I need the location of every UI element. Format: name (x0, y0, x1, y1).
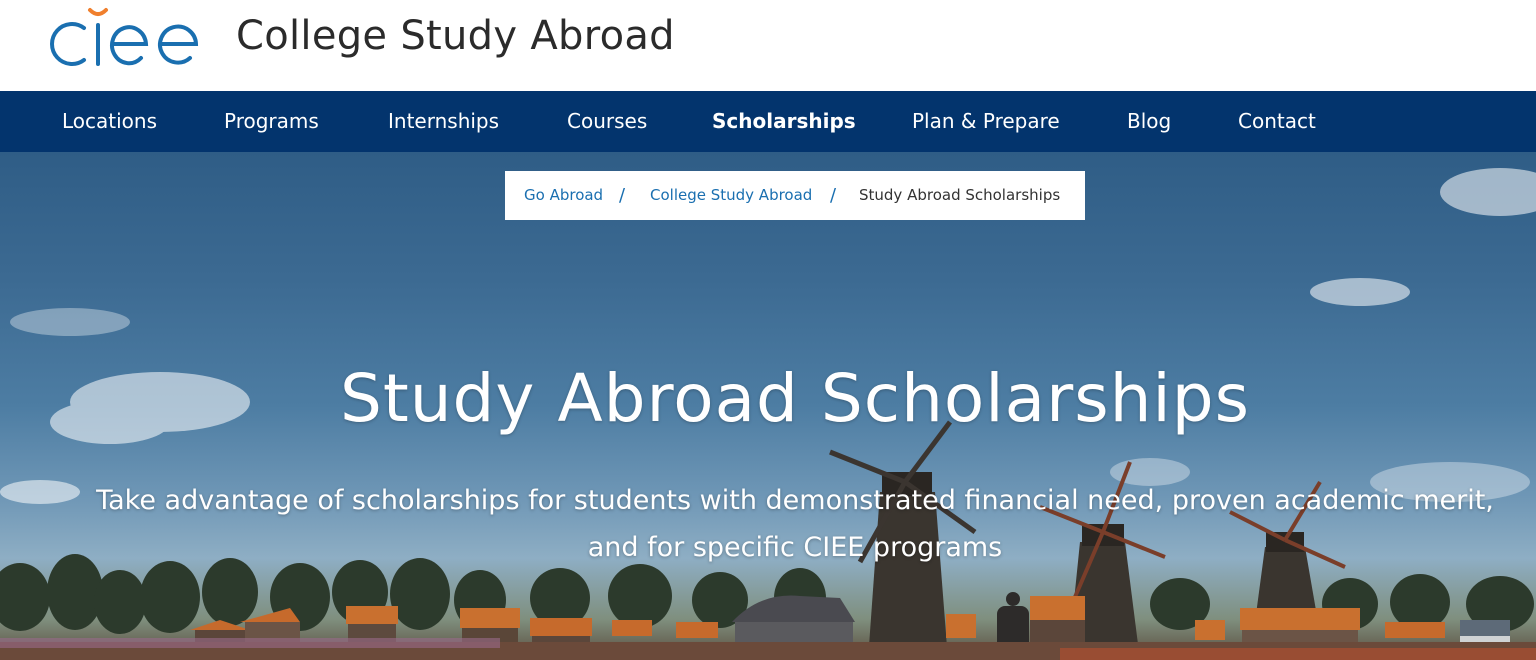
breadcrumb-link-go-abroad[interactable]: Go Abroad (524, 171, 603, 220)
page-title: Study Abroad Scholarships (339, 360, 1251, 437)
page-subtitle: Take advantage of scholarships for stude… (96, 485, 1494, 563)
breadcrumb-separator: / (830, 185, 837, 206)
breadcrumb: Go Abroad / College Study Abroad / Study… (505, 171, 1085, 220)
ciee-logo[interactable] (48, 4, 202, 70)
nav-item-scholarships[interactable]: Scholarships (712, 91, 856, 152)
nav-item-contact[interactable]: Contact (1238, 91, 1316, 152)
nav-item-courses[interactable]: Courses (567, 91, 647, 152)
breadcrumb-separator: / (619, 185, 626, 206)
hero-banner: Go Abroad / College Study Abroad / Study… (0, 152, 1536, 660)
nav-item-internships[interactable]: Internships (388, 91, 499, 152)
site-title[interactable]: College Study Abroad (236, 10, 675, 62)
nav-item-locations[interactable]: Locations (62, 91, 157, 152)
main-nav: Locations Programs Internships Courses S… (0, 91, 1536, 152)
nav-item-programs[interactable]: Programs (224, 91, 319, 152)
nav-item-blog[interactable]: Blog (1127, 91, 1171, 152)
breadcrumb-link-college-study-abroad[interactable]: College Study Abroad (650, 171, 812, 220)
nav-item-plan-prepare[interactable]: Plan & Prepare (912, 91, 1060, 152)
site-header: College Study Abroad (0, 0, 1536, 91)
breadcrumb-current-page: Study Abroad Scholarships (859, 186, 1061, 204)
